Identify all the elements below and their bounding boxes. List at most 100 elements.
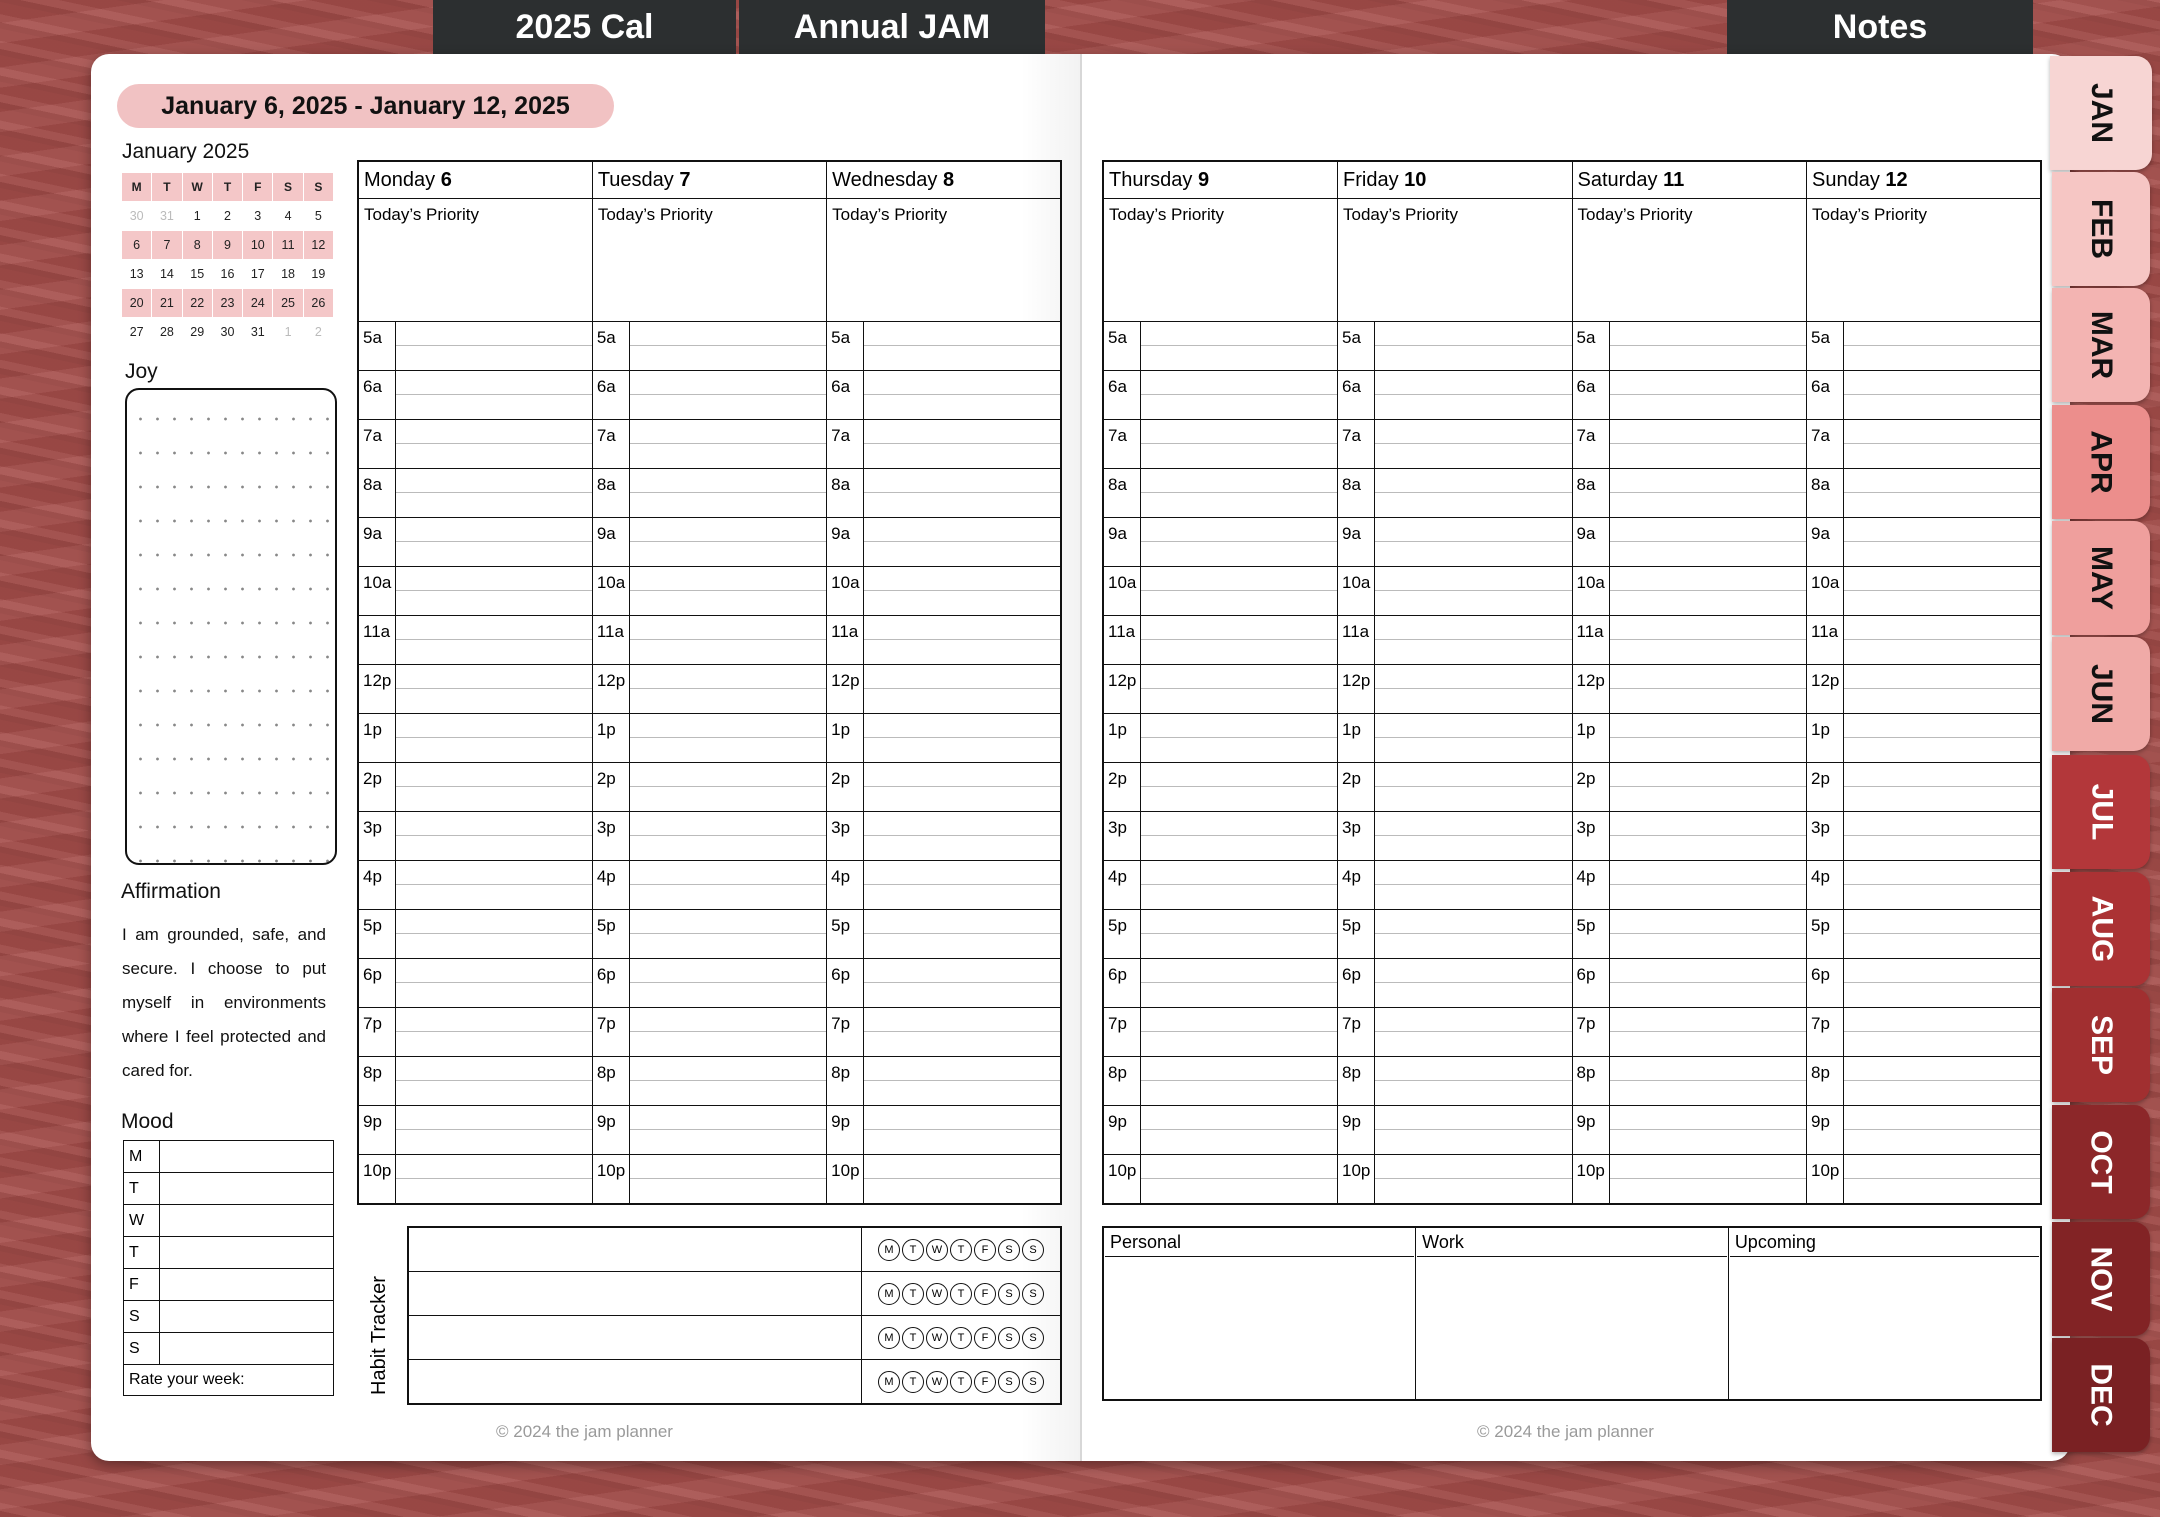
hour-writing-line[interactable] <box>864 1008 1060 1056</box>
habit-name-field[interactable] <box>407 1315 862 1360</box>
todays-priority[interactable]: Today’s Priority <box>1337 198 1573 322</box>
hour-slot[interactable]: 8p <box>1571 1056 1807 1106</box>
hour-slot[interactable]: 8p <box>591 1056 828 1106</box>
hour-slot[interactable]: 3p <box>1806 811 2042 861</box>
habit-day-circle[interactable]: F <box>974 1282 996 1305</box>
hour-slot[interactable]: 9p <box>591 1105 828 1155</box>
hour-slot[interactable]: 11a <box>357 615 593 665</box>
todays-priority[interactable]: Today’s Priority <box>826 198 1062 322</box>
mood-entry[interactable] <box>159 1236 334 1269</box>
hour-slot[interactable]: 5a <box>591 321 828 371</box>
mini-calendar-day[interactable]: 25 <box>272 288 304 318</box>
hour-writing-line[interactable] <box>864 518 1060 566</box>
hour-writing-line[interactable] <box>1375 1155 1572 1203</box>
hour-writing-line[interactable] <box>1844 322 2040 370</box>
habit-day-circle[interactable]: F <box>974 1238 996 1261</box>
hour-slot[interactable]: 11a <box>1337 615 1573 665</box>
hour-writing-line[interactable] <box>396 861 592 909</box>
hour-writing-line[interactable] <box>396 910 592 958</box>
habit-day-circle[interactable]: S <box>1022 1238 1044 1261</box>
hour-writing-line[interactable] <box>396 322 592 370</box>
hour-slot[interactable]: 4p <box>591 860 828 910</box>
hour-writing-line[interactable] <box>629 420 827 468</box>
hour-writing-line[interactable] <box>864 1155 1060 1203</box>
mini-calendar-day[interactable]: 21 <box>151 288 183 318</box>
mini-calendar-day[interactable]: 14 <box>151 259 183 289</box>
hour-writing-line[interactable] <box>629 714 827 762</box>
hour-slot[interactable]: 7a <box>591 419 828 469</box>
hour-writing-line[interactable] <box>396 812 592 860</box>
hour-slot[interactable]: 5p <box>357 909 593 959</box>
hour-writing-line[interactable] <box>1375 714 1572 762</box>
hour-slot[interactable]: 7p <box>1571 1007 1807 1057</box>
hour-slot[interactable]: 3p <box>357 811 593 861</box>
mini-calendar-day[interactable]: 28 <box>151 317 183 347</box>
hour-writing-line[interactable] <box>1609 714 1806 762</box>
personal-notes[interactable]: Personal <box>1102 1226 1417 1401</box>
hour-writing-line[interactable] <box>1844 371 2040 419</box>
mini-calendar-day[interactable]: 10 <box>242 230 274 260</box>
tab-2025-cal[interactable]: 2025 Cal <box>433 0 736 54</box>
hour-writing-line[interactable] <box>1609 763 1806 811</box>
hour-slot[interactable]: 9a <box>1102 517 1338 567</box>
hour-slot[interactable]: 1p <box>826 713 1062 763</box>
hour-writing-line[interactable] <box>1844 1155 2040 1203</box>
habit-day-circle[interactable]: S <box>1022 1282 1044 1305</box>
hour-slot[interactable]: 8a <box>1571 468 1807 518</box>
habit-name-field[interactable] <box>407 1271 862 1316</box>
hour-slot[interactable]: 4p <box>1102 860 1338 910</box>
hour-slot[interactable]: 7p <box>1102 1007 1338 1057</box>
hour-writing-line[interactable] <box>629 959 827 1007</box>
mini-calendar-day[interactable]: 1 <box>272 317 304 347</box>
hour-slot[interactable]: 2p <box>1102 762 1338 812</box>
hour-slot[interactable]: 5a <box>1571 321 1807 371</box>
hour-writing-line[interactable] <box>629 1155 827 1203</box>
hour-slot[interactable]: 6a <box>826 370 1062 420</box>
hour-writing-line[interactable] <box>629 1106 827 1154</box>
hour-writing-line[interactable] <box>864 812 1060 860</box>
hour-slot[interactable]: 5a <box>826 321 1062 371</box>
hour-slot[interactable]: 12p <box>826 664 1062 714</box>
hour-writing-line[interactable] <box>629 371 827 419</box>
hour-slot[interactable]: 4p <box>1806 860 2042 910</box>
hour-slot[interactable]: 10p <box>357 1154 593 1205</box>
hour-slot[interactable]: 8a <box>1102 468 1338 518</box>
hour-writing-line[interactable] <box>1141 518 1337 566</box>
hour-writing-line[interactable] <box>1141 1008 1337 1056</box>
month-tab-feb[interactable]: FEB <box>2052 172 2150 286</box>
hour-slot[interactable]: 11a <box>1571 615 1807 665</box>
hour-slot[interactable]: 11a <box>1806 615 2042 665</box>
month-tab-jul[interactable]: JUL <box>2052 755 2150 869</box>
habit-day-circle[interactable]: F <box>974 1370 996 1393</box>
hour-writing-line[interactable] <box>396 714 592 762</box>
month-tab-aug[interactable]: AUG <box>2052 872 2150 986</box>
habit-day-circle[interactable]: S <box>998 1238 1020 1261</box>
hour-slot[interactable]: 5a <box>1337 321 1573 371</box>
hour-writing-line[interactable] <box>1609 420 1806 468</box>
hour-slot[interactable]: 10p <box>1337 1154 1573 1205</box>
hour-writing-line[interactable] <box>1609 518 1806 566</box>
hour-slot[interactable]: 3p <box>1571 811 1807 861</box>
month-tab-dec[interactable]: DEC <box>2052 1338 2150 1452</box>
habit-day-circle[interactable]: M <box>878 1238 900 1261</box>
hour-writing-line[interactable] <box>1375 1057 1572 1105</box>
hour-slot[interactable]: 6p <box>1102 958 1338 1008</box>
work-notes[interactable]: Work <box>1415 1226 1729 1401</box>
hour-writing-line[interactable] <box>864 371 1060 419</box>
hour-slot[interactable]: 8p <box>357 1056 593 1106</box>
habit-day-circle[interactable]: S <box>1022 1370 1044 1393</box>
hour-writing-line[interactable] <box>1375 616 1572 664</box>
habit-day-circle[interactable]: T <box>902 1370 924 1393</box>
mini-calendar-day[interactable]: 3 <box>242 201 274 231</box>
hour-writing-line[interactable] <box>1844 1057 2040 1105</box>
mini-calendar-day[interactable]: 31 <box>151 201 183 231</box>
month-tab-may[interactable]: MAY <box>2052 521 2150 635</box>
hour-slot[interactable]: 8p <box>826 1056 1062 1106</box>
hour-slot[interactable]: 8a <box>357 468 593 518</box>
hour-writing-line[interactable] <box>864 910 1060 958</box>
hour-writing-line[interactable] <box>1844 469 2040 517</box>
hour-writing-line[interactable] <box>1375 910 1572 958</box>
mood-entry[interactable] <box>159 1172 334 1205</box>
mood-entry[interactable] <box>159 1140 334 1173</box>
mood-entry[interactable] <box>159 1332 334 1365</box>
